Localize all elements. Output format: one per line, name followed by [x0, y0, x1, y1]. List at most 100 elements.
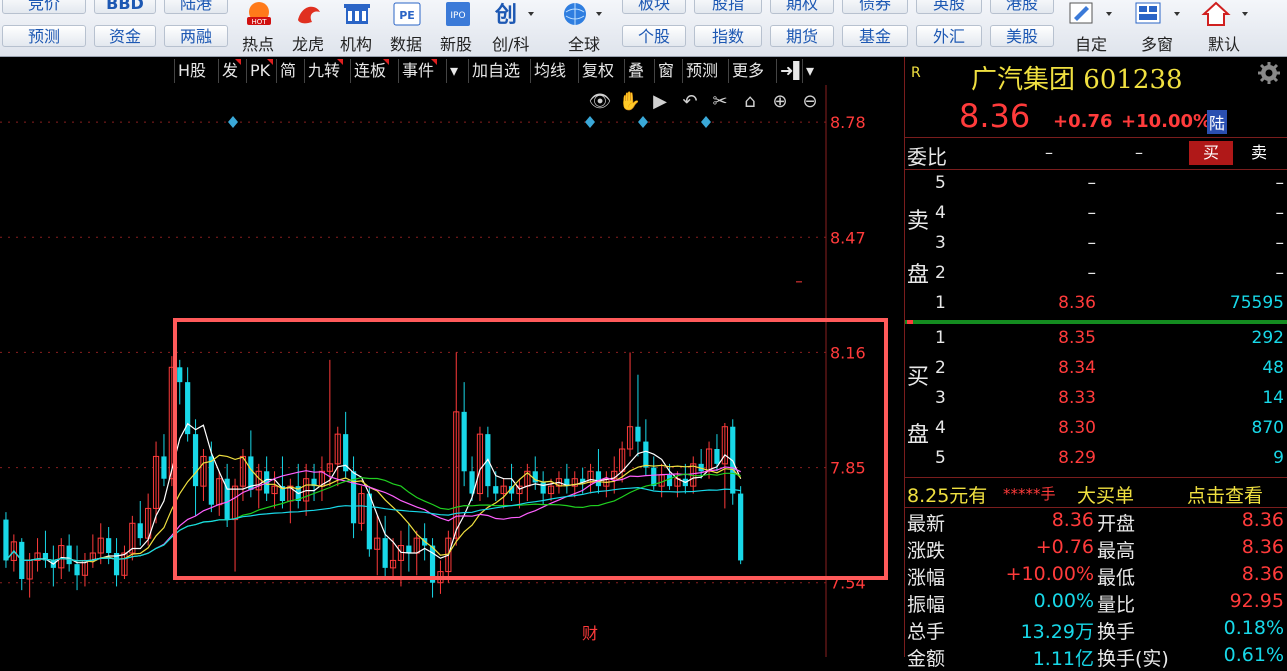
candle-body — [461, 411, 467, 472]
chart-btn-fuquan-label: 复权 — [582, 61, 615, 80]
bid-price[interactable]: 8.30 — [1058, 418, 1096, 438]
chart-tool-icon[interactable]: ▶ — [653, 91, 667, 112]
toolbar-btn-ganggu[interactable]: 港股 — [990, 0, 1054, 14]
label-zidingyi[interactable]: 自定 — [1075, 31, 1107, 55]
chart-btn-dropdown[interactable]: ▾ — [446, 59, 466, 83]
label-shuju[interactable]: 数据 — [390, 31, 422, 55]
ask-price[interactable]: – — [1088, 173, 1097, 193]
kline-chart[interactable]: 8.788.478.167.857.54 👁 ✋ ▶ ↶ ✂ ⌂ ⊕ ⊖ 财 — [0, 85, 904, 657]
toolbar-btn-bankuai[interactable]: 板块 — [622, 0, 686, 14]
chart-tool-icon[interactable]: ⊖ — [802, 91, 817, 112]
chart-btn-chuang-label: 窗 — [658, 61, 675, 80]
price-tick-label: 8.47 — [830, 228, 866, 247]
stat-value: 13.29万 — [1020, 621, 1094, 643]
chart-tool-icon[interactable]: ✋ — [619, 90, 641, 112]
chart-tool-icon[interactable]: ⊕ — [772, 91, 787, 112]
sell-button[interactable]: 卖 — [1237, 141, 1281, 165]
institution-icon[interactable] — [342, 0, 372, 28]
multi-window-icon[interactable] — [1132, 0, 1188, 28]
chart-tool-icon[interactable]: ⌂ — [744, 91, 755, 112]
toolbar-btn-yuce[interactable]: 预测 — [2, 25, 86, 47]
candle-body — [248, 456, 254, 490]
chart-btn-lianban-label: 连板 — [354, 61, 387, 80]
ipo-icon-text: IPO — [450, 11, 465, 21]
ask-price[interactable]: 8.36 — [1058, 293, 1096, 313]
chart-btn-yuce[interactable]: 预测 — [682, 59, 721, 83]
big-order-link[interactable]: 点击查看 — [1187, 481, 1263, 508]
label-longhu[interactable]: 龙虎 — [292, 31, 324, 55]
ipo-icon[interactable]: IPO — [443, 0, 473, 28]
chart-btn-menu[interactable]: ▾ — [802, 59, 824, 83]
toolbar-btn-qiquan[interactable]: 期权 — [770, 0, 834, 14]
label-moren[interactable]: 默认 — [1208, 31, 1240, 55]
chart-btn-jiazixuan[interactable]: 加自选 — [468, 59, 523, 83]
label-chuangke[interactable]: 创/科 — [492, 31, 529, 55]
chart-btn-jian[interactable]: 简 — [276, 59, 299, 83]
home-icon[interactable] — [1200, 0, 1256, 28]
toolbar-btn-jijin[interactable]: 基金 — [842, 25, 908, 47]
label-xingu[interactable]: 新股 — [440, 31, 472, 55]
gear-icon[interactable] — [1257, 61, 1281, 89]
ask-price[interactable]: – — [1088, 233, 1097, 253]
chart-btn-hgu[interactable]: H股 — [174, 59, 209, 83]
chart-btn-pk[interactable]: PK — [246, 59, 274, 83]
toolbar-btn-zhaiquan[interactable]: 债券 — [842, 0, 908, 14]
price-tick-label: 7.85 — [830, 459, 866, 478]
toolbar-btn-meigu[interactable]: 美股 — [990, 25, 1054, 47]
sell-side-label-1: 卖 — [907, 209, 930, 234]
bid-level-number: 5 — [935, 448, 946, 468]
toolbar-btn-zhishu[interactable]: 指数 — [694, 25, 762, 47]
toolbar-btn-yinggu[interactable]: 英股 — [916, 0, 982, 14]
chart-btn-junxian[interactable]: 均线 — [530, 59, 569, 83]
stat-value: 0.00% — [1033, 590, 1094, 612]
ask-price[interactable]: – — [1088, 263, 1097, 283]
ask-price[interactable]: – — [1088, 203, 1097, 223]
toolbar-btn-gegu[interactable]: 个股 — [622, 25, 686, 47]
globe-icon[interactable] — [560, 0, 610, 28]
chart-tool-icon[interactable]: 👁 — [589, 91, 612, 112]
toolbar-btn-jingjia[interactable]: 竞价 — [2, 0, 86, 14]
chart-btn-gengduo[interactable]: 更多 — [728, 59, 767, 83]
label-redian[interactable]: 热点 — [242, 31, 274, 55]
chart-tool-icon[interactable]: ↶ — [682, 91, 697, 112]
label-duochuang[interactable]: 多窗 — [1141, 31, 1173, 55]
candle-down — [113, 538, 120, 587]
current-price: 8.36 — [959, 97, 1031, 135]
candles — [3, 352, 744, 598]
dragon-icon[interactable] — [294, 0, 324, 28]
candle-down — [714, 434, 720, 472]
buy-side-label-1: 买 — [907, 365, 930, 390]
finance-marker[interactable]: 财 — [582, 624, 598, 643]
chuangke-icon[interactable]: 创 — [492, 0, 542, 28]
hot-icon[interactable]: HOT — [244, 0, 274, 28]
toolbar-btn-guzhi[interactable]: 股指 — [694, 0, 762, 14]
candle-down — [635, 374, 641, 457]
custom-icon[interactable] — [1066, 0, 1122, 28]
chart-tool-icon[interactable]: ✂ — [712, 91, 727, 112]
chart-btn-chuang[interactable]: 窗 — [654, 59, 677, 83]
pe-data-icon[interactable]: PE — [392, 0, 422, 28]
event-marker-diamond — [638, 116, 648, 128]
chart-btn-fa[interactable]: 发 — [218, 59, 242, 83]
chart-btn-fuquan[interactable]: 复权 — [578, 59, 617, 83]
label-quanqiu[interactable]: 全球 — [568, 31, 600, 55]
chart-btn-die[interactable]: 叠 — [624, 59, 647, 83]
stat-value: 8.36 — [1241, 536, 1284, 558]
bid-price[interactable]: 8.35 — [1058, 328, 1096, 348]
bid-price[interactable]: 8.33 — [1058, 388, 1096, 408]
label-jigou[interactable]: 机构 — [340, 31, 372, 55]
toolbar-btn-qihuo[interactable]: 期货 — [770, 25, 834, 47]
toolbar-btn-liangrong[interactable]: 两融 — [164, 25, 228, 47]
chart-btn-lianban[interactable]: 连板 — [350, 59, 390, 83]
candle-down — [738, 486, 744, 565]
chart-btn-jiuzhuan[interactable]: 九转 — [304, 59, 344, 83]
toolbar-btn-bbd[interactable]: BBD — [94, 0, 156, 14]
chart-btn-shijian[interactable]: 事件 — [398, 59, 438, 83]
toolbar-btn-lugang[interactable]: 陆港 — [164, 0, 228, 14]
bid-price[interactable]: 8.29 — [1058, 448, 1096, 468]
price-tick-label: 8.78 — [830, 113, 866, 132]
buy-button[interactable]: 买 — [1189, 141, 1233, 165]
bid-price[interactable]: 8.34 — [1058, 358, 1096, 378]
toolbar-btn-waihui[interactable]: 外汇 — [916, 25, 982, 47]
toolbar-btn-zijin[interactable]: 资金 — [94, 25, 156, 47]
